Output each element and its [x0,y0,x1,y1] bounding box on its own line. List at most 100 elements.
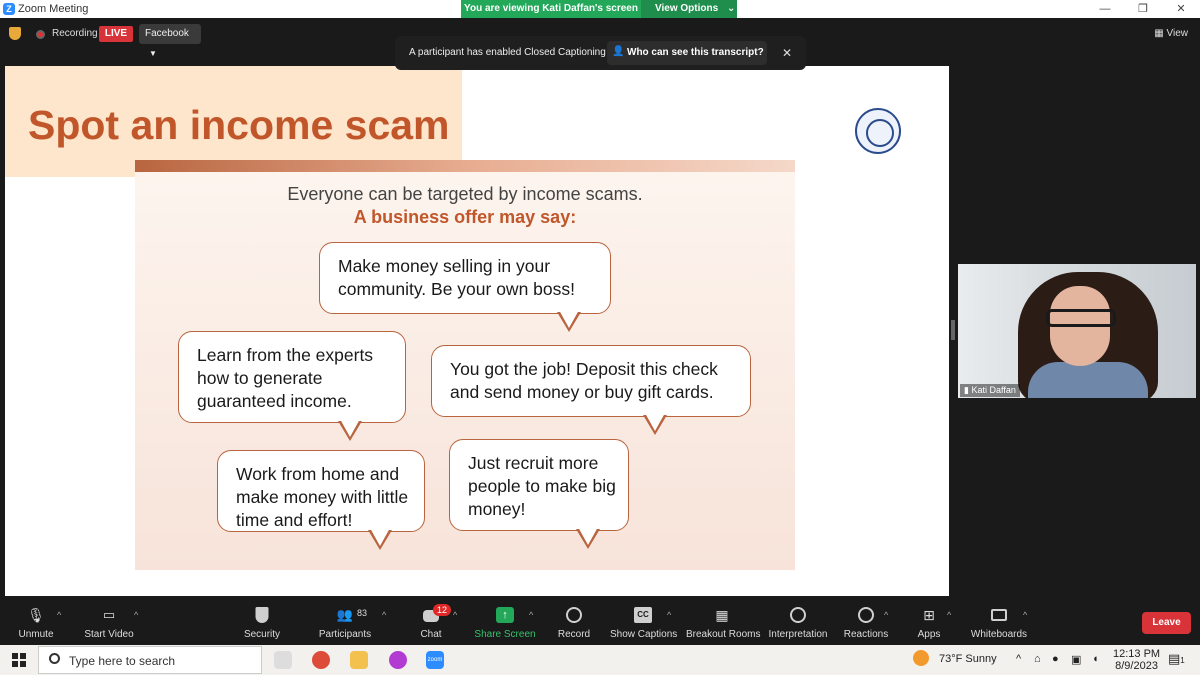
interpretation-button[interactable]: Interpretation [766,600,830,645]
video-options-caret-icon[interactable]: ^ [134,610,138,620]
participants-caret-icon[interactable]: ^ [382,610,386,620]
task-view-icon[interactable] [274,651,292,669]
unmute-button[interactable]: 🎙 Unmute [10,600,62,645]
share-caret-icon[interactable]: ^ [529,610,533,620]
view-layout-icon: ▦ [1154,28,1164,39]
participants-count: 83 [357,608,368,618]
intro-text: Everyone can be targeted by income scams… [287,184,643,204]
chat-unread-badge: 12 [433,604,452,616]
close-banner-button[interactable]: ✕ [782,46,792,60]
security-label: Security [243,629,281,640]
who-can-see-transcript-button[interactable]: 👤 Who can see this transcript? [607,41,767,65]
participants-label: Participants [318,629,372,640]
caption-message: A participant has enabled Closed Caption… [409,47,606,58]
shield-icon [255,607,269,623]
network-icon[interactable]: ⌂ [1034,653,1041,665]
start-video-button[interactable]: ▭ Start Video [80,600,138,645]
view-label: View [1166,28,1189,39]
participants-icon: 👥 [336,607,354,622]
share-screen-icon: ↑ [496,607,514,623]
weather-sun-icon [913,650,929,666]
reactions-button[interactable]: Reactions [842,600,890,645]
share-screen-button[interactable]: ↑ Share Screen [474,600,536,645]
whiteboards-label: Whiteboards [970,629,1028,640]
participant-glasses [1046,309,1116,327]
close-window-button[interactable]: ✕ [1162,0,1200,18]
chevron-down-icon: ⌄ [726,3,736,14]
search-icon [49,653,60,664]
panel-resize-handle[interactable] [951,320,955,340]
participant-body [1028,362,1148,398]
chrome-icon[interactable] [312,651,330,669]
taskbar-search-box[interactable]: Type here to search [38,646,262,674]
speech-bubble-3: You got the job! Deposit this check and … [431,345,751,417]
speech-bubble-5: Just recruit more people to make big mon… [449,439,629,531]
minimize-button[interactable]: — [1086,0,1124,18]
unmute-label: Unmute [18,629,54,640]
clock[interactable]: 12:13 PM 8/9/2023 [1113,648,1160,672]
muted-mic-icon: 🎙 [27,607,45,623]
whiteboard-icon [991,609,1007,621]
bubble-text-5: Just recruit more people to make big mon… [468,453,616,519]
view-button[interactable]: ▦ View [1154,28,1188,39]
volume-icon[interactable]: ◖ [1092,653,1099,665]
weather-text[interactable]: 73°F Sunny [939,653,997,665]
participant-video-tile[interactable]: ▮ Kati Daffan [958,264,1196,398]
apps-caret-icon[interactable]: ^ [947,610,951,620]
participant-name-tag: ▮ Kati Daffan [960,384,1020,397]
captions-caret-icon[interactable]: ^ [667,610,671,620]
gradient-bar [135,160,795,172]
apps-icon: ⊞ [923,607,935,623]
recording-dot-icon [36,30,45,39]
meeting-controls: 🎙 Unmute ^ ▭ Start Video ^ Security 👥 83… [0,600,1200,645]
globe-icon [790,607,806,623]
closed-caption-banner: A participant has enabled Closed Caption… [395,36,806,70]
taskbar-search-placeholder: Type here to search [69,654,176,668]
participant-name: Kati Daffan [971,385,1016,395]
screen-icon[interactable]: ▣ [1071,653,1081,666]
subheading-text: A business offer may say: [353,207,577,227]
people-icon: 👤 [612,46,625,57]
security-button[interactable]: Security [236,600,288,645]
microphone-icon[interactable]: ● [1052,653,1059,665]
participants-button[interactable]: 👥 83 Participants [314,600,376,645]
windows-taskbar: Type here to search zoom 73°F Sunny ^ ⌂ … [0,645,1200,675]
file-explorer-icon[interactable] [350,651,368,669]
view-options-label: View Options [655,3,719,14]
caret-down-icon: ▼ [149,49,157,58]
audio-options-caret-icon[interactable]: ^ [57,610,61,620]
breakout-rooms-button[interactable]: ▦ Breakout Rooms [686,600,760,645]
clock-date: 8/9/2023 [1115,660,1158,672]
notifications-icon[interactable]: ▤1 [1168,651,1185,667]
zoom-taskbar-icon[interactable]: zoom [426,651,444,669]
reactions-caret-icon[interactable]: ^ [884,610,888,620]
signal-bars-icon: ▮ [964,385,969,395]
zoom-logo-icon: Z [3,3,15,15]
restore-button[interactable]: ❐ [1124,0,1162,18]
leave-button[interactable]: Leave [1142,612,1191,634]
whiteboards-caret-icon[interactable]: ^ [1023,610,1027,620]
slide-title: Spot an income scam [28,102,450,148]
bubble-text-4: Work from home and make money with littl… [236,464,409,530]
stream-target-dropdown[interactable]: Facebook ▼ [139,24,201,58]
apps-button[interactable]: ⊞ Apps [910,600,948,645]
chat-button[interactable]: 12 Chat [414,600,452,645]
content-panel: Everyone can be targeted by income scams… [135,160,795,570]
browser-app-icon[interactable] [389,651,407,669]
bubble-text-1: Make money selling in your community. Be… [338,256,575,299]
windows-start-icon[interactable] [12,653,26,667]
record-icon [566,607,582,623]
video-off-icon: ▭ [102,607,116,622]
show-captions-button[interactable]: CC Show Captions [610,600,677,645]
show-hidden-icons-chevron-icon[interactable]: ^ [1016,653,1021,665]
breakout-grid-icon: ▦ [715,607,729,623]
chat-caret-icon[interactable]: ^ [453,610,457,620]
live-badge[interactable]: LIVE [99,26,133,42]
record-button[interactable]: Record [552,600,596,645]
speech-bubble-2: Learn from the experts how to generate g… [178,331,406,423]
view-options-button[interactable]: View Options ⌄ [641,0,737,18]
bubble-text-3: You got the job! Deposit this check and … [450,359,718,402]
encryption-shield-icon[interactable] [9,27,21,40]
window-controls: — ❐ ✕ [1086,0,1200,18]
whiteboards-button[interactable]: Whiteboards [968,600,1030,645]
